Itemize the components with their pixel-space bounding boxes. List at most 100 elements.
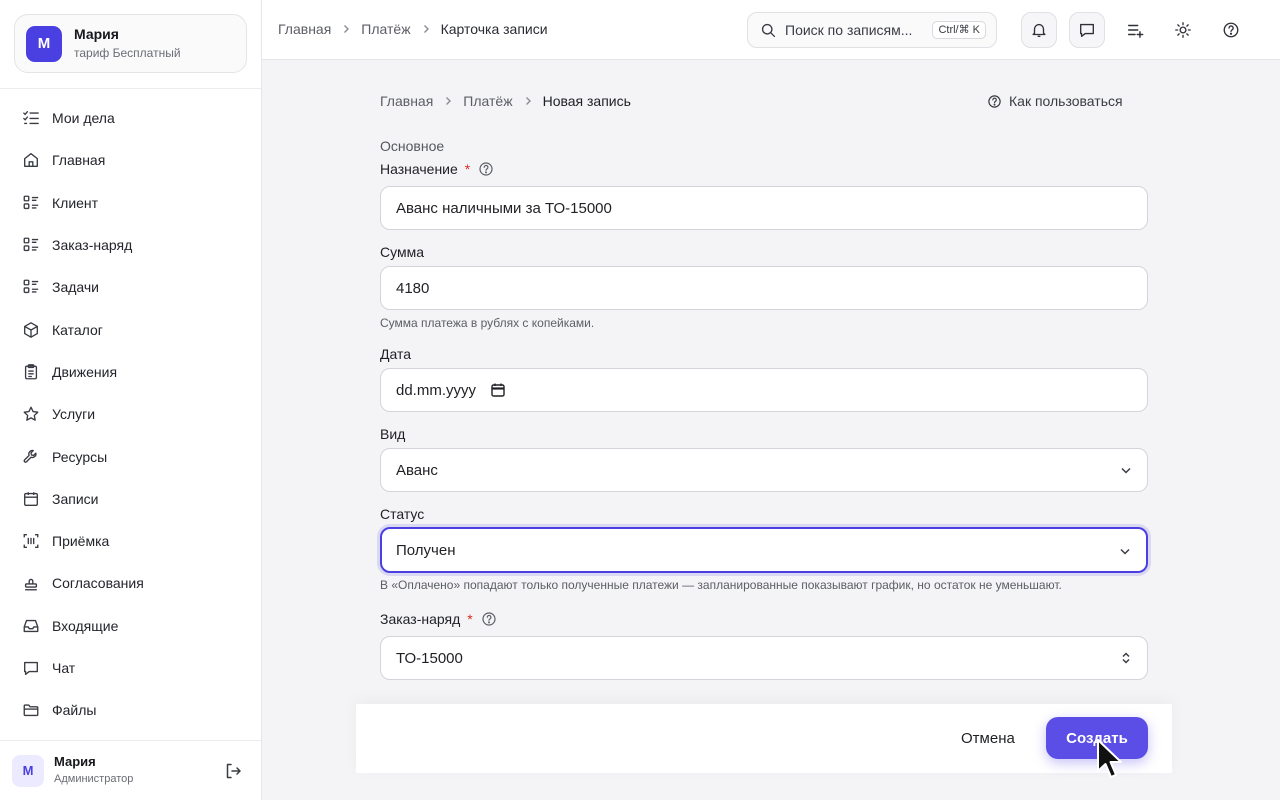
date-input[interactable]: dd.mm.yyyy [380,368,1148,412]
messages-button[interactable] [1069,12,1105,48]
kind-label-text: Вид [380,426,406,442]
account-avatar: М [26,25,62,62]
sidebar-item-resources[interactable]: Ресурсы [14,435,247,477]
breadcrumb-current: Карточка записи [440,21,548,37]
help-icon[interactable] [481,611,497,627]
kind-label: Вид [380,426,405,442]
order-combobox[interactable]: ТО-15000 [380,636,1148,680]
sidebar-item-label: Заказ-наряд [52,237,133,254]
calendar-icon[interactable] [490,382,506,398]
sidebar-item-label: Услуги [52,406,96,423]
sidebar-item-my-tasks[interactable]: Мои дела [14,97,247,139]
amount-label: Сумма [380,244,424,260]
status-select[interactable]: Получен [380,527,1148,573]
purpose-input[interactable]: Аванс наличными за ТО-15000 [380,186,1148,230]
help-icon[interactable] [478,161,494,177]
cancel-button[interactable]: Отмена [940,717,1036,759]
sidebar-item-label: Задачи [52,279,100,296]
sidebar-item-intake[interactable]: Приёмка [14,520,247,562]
topbar: Главная Платёж Карточка записи Поиск по … [262,0,1280,60]
sidebar-item-inbox[interactable]: Входящие [14,605,247,647]
amount-label-text: Сумма [380,244,424,260]
kind-value: Аванс [396,461,438,479]
purpose-label: Назначение * [380,161,494,177]
theme-toggle-button[interactable] [1165,12,1201,48]
home-icon [24,153,38,168]
list-add-icon [1127,24,1144,38]
help-button[interactable] [1213,12,1249,48]
box-icon [24,321,38,338]
status-label-text: Статус [380,506,425,522]
search-shortcut: Ctrl/⌘ K [932,21,986,39]
sidebar-item-label: Приёмка [52,533,110,550]
list-grid-icon [23,279,39,294]
bell-icon [1032,23,1046,37]
search-input[interactable]: Поиск по записям... Ctrl/⌘ K [747,12,997,48]
list-grid-icon [23,237,39,252]
help-icon [1223,22,1239,38]
sidebar-item-label: Главная [52,152,106,169]
status-label: Статус [380,506,424,522]
account-plan: тариф Бесплатный [74,46,181,60]
sidebar-item-client[interactable]: Клиент [14,182,247,224]
date-placeholder: dd.mm.yyyy [396,381,477,399]
breadcrumb-item[interactable]: Главная [278,21,331,37]
help-icon [988,94,1001,108]
sidebar-divider [0,88,261,89]
date-label-text: Дата [380,346,412,362]
sidebar-item-movements[interactable]: Движения [14,351,247,393]
inbox-icon [23,619,39,632]
amount-input[interactable]: 4180 [380,266,1148,310]
sidebar-item-label: Каталог [52,321,103,338]
sidebar-item-services[interactable]: Услуги [14,393,247,435]
sidebar-item-label: Мои дела [52,110,115,127]
sidebar-item-label: Файлы [52,702,97,719]
purpose-label-text: Назначение [380,161,458,177]
required-mark: * [464,161,471,177]
order-value: ТО-15000 [396,649,463,667]
sidebar-item-files[interactable]: Файлы [14,689,247,731]
breadcrumb-item[interactable]: Платёж [463,93,512,109]
section-title: Основное [380,138,445,154]
kind-select[interactable]: Аванс [380,448,1148,492]
page-breadcrumb: Главная Платёж Новая запись [380,93,631,109]
order-label-text: Заказ-наряд [380,611,461,627]
how-to-use-link[interactable]: Как пользоваться [987,93,1123,109]
chevron-right-icon [525,97,531,105]
chat-icon [1080,23,1094,37]
search-icon [761,23,776,37]
sidebar-item-tasks[interactable]: Задачи [14,266,247,308]
status-value: Получен [396,541,456,559]
sidebar: М Мария тариф Бесплатный Мои дела Главна… [0,0,262,800]
breadcrumb-item[interactable]: Главная [380,93,433,109]
sidebar-item-label: Записи [52,490,99,507]
logout-icon[interactable] [223,761,243,781]
sidebar-item-label: Согласования [52,575,144,592]
sidebar-item-chat[interactable]: Чат [14,647,247,689]
star-icon [23,406,39,422]
sidebar-item-label: Входящие [52,617,119,634]
chevron-right-icon [423,25,429,33]
sidebar-item-catalog[interactable]: Каталог [14,308,247,350]
search-placeholder: Поиск по записям... [785,22,913,38]
sidebar-item-label: Чат [52,660,76,676]
sidebar-item-appointments[interactable]: Записи [14,478,247,520]
notifications-button[interactable] [1021,12,1057,48]
amount-value: 4180 [396,279,430,297]
sun-icon [1175,22,1191,38]
chevron-down-icon [1121,467,1131,474]
status-hint: В «Оплачено» попадают только полученные … [380,578,1062,592]
add-to-list-button[interactable] [1117,12,1153,48]
mouse-cursor-icon [1097,739,1122,778]
purpose-value: Аванс наличными за ТО-15000 [396,199,612,217]
required-mark: * [467,611,473,627]
account-switcher[interactable]: М Мария тариф Бесплатный [14,14,247,73]
amount-hint: Сумма платежа в рублях с копейками. [380,316,595,330]
breadcrumb-item[interactable]: Платёж [361,21,410,37]
date-label: Дата [380,346,411,362]
sidebar-item-work-order[interactable]: Заказ-наряд [14,224,247,266]
sidebar-item-label: Ресурсы [52,448,108,465]
sidebar-item-approvals[interactable]: Согласования [14,562,247,604]
how-to-use-label: Как пользоваться [1009,93,1123,109]
sidebar-item-home[interactable]: Главная [14,139,247,181]
